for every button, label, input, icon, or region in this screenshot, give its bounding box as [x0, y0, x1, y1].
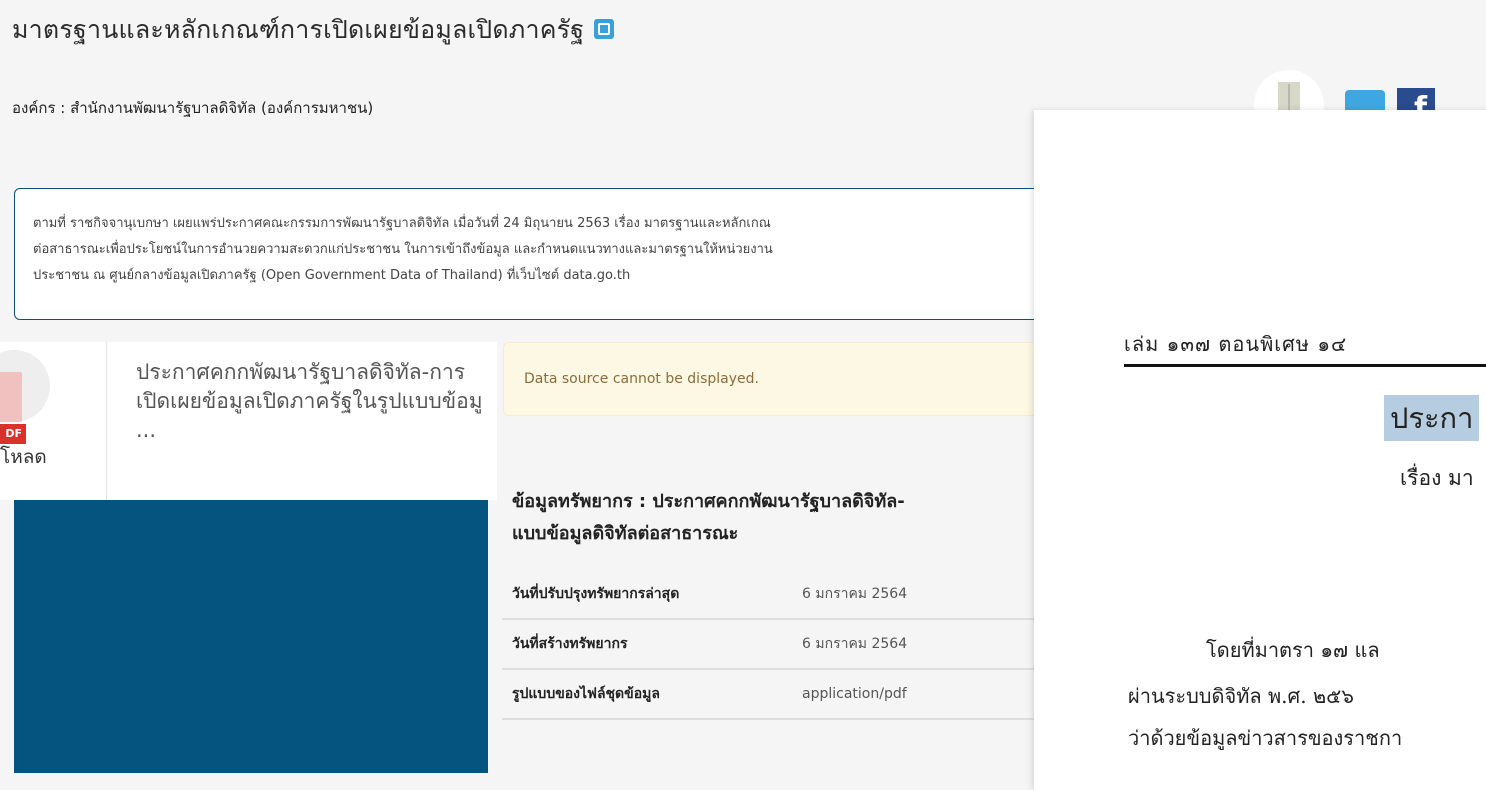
organization-label: องค์กร : สำนักงานพัฒนารัฐบาลดิจิทัล (องค…: [12, 99, 374, 117]
resource-heading-line: ข้อมูลทรัพยากร : ประกาศคกกพัฒนารัฐบาลดิจ…: [512, 491, 905, 512]
resource-preview-panel: [14, 500, 488, 773]
document-subject: เรื่อง มา: [1400, 466, 1474, 490]
table-row: วันที่ปรับปรุงทรัพยากรล่าสุด 6 มกราคม 25…: [502, 570, 1062, 620]
table-row: รูปแบบของไฟล์ชุดข้อมูล application/pdf: [502, 669, 1062, 720]
resource-info-table: วันที่ปรับปรุงทรัพยากรล่าสุด 6 มกราคม 25…: [502, 570, 1062, 720]
table-value: 6 มกราคม 2564: [792, 619, 1062, 670]
table-value: 6 มกราคม 2564: [792, 570, 1062, 620]
resource-card[interactable]: DF โหลด ประกาศคกกพัฒนารัฐบาลดิจิทัล-การเ…: [0, 342, 497, 500]
page-title-text: มาตรฐานและหลักเกณฑ์การเปิดเผยข้อมูลเปิดภ…: [12, 15, 585, 44]
table-key: วันที่ปรับปรุงทรัพยากรล่าสุด: [502, 570, 792, 620]
document-rule: [1124, 364, 1486, 367]
table-key: วันที่สร้างทรัพยากร: [502, 619, 792, 670]
table-value: application/pdf: [792, 669, 1062, 720]
resource-info-heading: ข้อมูลทรัพยากร : ประกาศคกกพัฒนารัฐบาลดิจ…: [512, 486, 1052, 550]
table-row: วันที่สร้างทรัพยากร 6 มกราคม 2564: [502, 619, 1062, 670]
description-line: ตามที่ ราชกิจจานุเบกษา เผยแพร่ประกาศคณะก…: [33, 216, 771, 231]
page-title: มาตรฐานและหลักเกณฑ์การเปิดเผยข้อมูลเปิดภ…: [12, 10, 615, 50]
document-preview: เล่ม ๑๓๗ ตอนพิเศษ ๑๔ ประกา เรื่อง มา โดย…: [1034, 110, 1486, 790]
warning-alert: Data source cannot be displayed.: [503, 342, 1063, 416]
document-text-line: ว่าด้วยข้อมูลข่าวสารของราชกา: [1128, 726, 1403, 750]
document-title: ประกา: [1384, 395, 1480, 441]
pdf-badge: DF: [0, 424, 26, 444]
download-link[interactable]: โหลด: [0, 442, 47, 472]
description-line: ต่อสาธารณะเพื่อประโยชน์ในการอำนวยความสะด…: [33, 242, 773, 257]
description-box: ตามที่ ราชกิจจานุเบกษา เผยแพร่ประกาศคณะก…: [14, 188, 1064, 320]
edit-icon[interactable]: [594, 19, 615, 39]
document-text-line: โดยที่มาตรา ๑๗ แล: [1206, 638, 1380, 662]
document-text-line: ผ่านระบบดิจิทัล พ.ศ. ๒๕๖: [1128, 684, 1354, 708]
document-header: เล่ม ๑๓๗ ตอนพิเศษ ๑๔: [1124, 332, 1348, 356]
table-key: รูปแบบของไฟล์ชุดข้อมูล: [502, 669, 792, 720]
description-line: ประชาชน ณ ศูนย์กลางข้อมูลเปิดภาครัฐ (Ope…: [33, 268, 631, 283]
divider: [106, 342, 107, 500]
resource-title[interactable]: ประกาศคกกพัฒนารัฐบาลดิจิทัล-การเปิดเผยข้…: [136, 358, 486, 445]
pdf-icon: [0, 372, 22, 422]
resource-heading-line: แบบข้อมูลดิจิทัลต่อสาธารณะ: [512, 523, 739, 544]
